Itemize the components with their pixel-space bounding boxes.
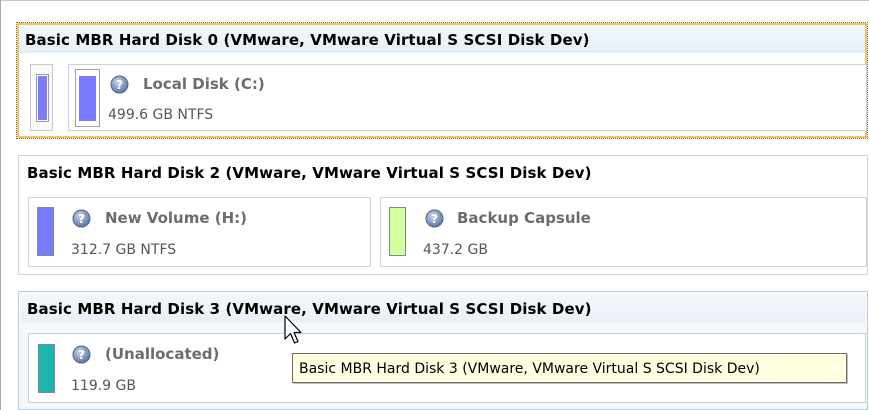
svg-text:?: ? <box>431 212 438 226</box>
disk-0-header: Basic MBR Hard Disk 0 (VMware, VMware Vi… <box>25 31 590 49</box>
disk-0-panel[interactable]: Basic MBR Hard Disk 0 (VMware, VMware Vi… <box>16 22 868 139</box>
svg-text:?: ? <box>78 348 85 362</box>
partition-name: Backup Capsule <box>457 209 591 227</box>
arrow-cursor-icon <box>284 315 302 344</box>
frame-left-border <box>0 0 1 410</box>
disk-0-partition-c-bar <box>75 69 100 127</box>
disk-0-system-partition-bar <box>36 74 49 122</box>
frame-top-border <box>0 0 869 1</box>
partition-info: 119.9 GB <box>71 378 136 394</box>
question-disk-icon: ? <box>110 75 129 94</box>
disk-2-partition-h[interactable]: ? New Volume (H:) 312.7 GB NTFS <box>28 197 371 267</box>
partition-name: (Unallocated) <box>105 345 220 363</box>
disk-0-system-partition[interactable] <box>30 64 53 131</box>
partition-name: Local Disk (C:) <box>143 75 265 93</box>
partition-unallocated-color-bar <box>38 344 55 393</box>
partition-backup-color-bar <box>389 207 406 256</box>
question-disk-icon: ? <box>425 209 444 228</box>
question-disk-icon: ? <box>72 209 91 228</box>
disk-2-panel[interactable]: Basic MBR Hard Disk 2 (VMware, VMware Vi… <box>18 155 868 275</box>
question-disk-icon: ? <box>72 345 91 364</box>
svg-text:?: ? <box>78 212 85 226</box>
disk-2-header: Basic MBR Hard Disk 2 (VMware, VMware Vi… <box>27 164 592 182</box>
disk-header-tooltip: Basic MBR Hard Disk 3 (VMware, VMware Vi… <box>292 353 847 383</box>
partition-h-color-bar <box>37 207 54 256</box>
disk-3-header: Basic MBR Hard Disk 3 (VMware, VMware Vi… <box>27 300 592 318</box>
partition-info: 499.6 GB NTFS <box>108 107 214 123</box>
partition-info: 437.2 GB <box>423 242 488 258</box>
disk-0-partition-c[interactable]: ? Local Disk (C:) 499.6 GB NTFS <box>68 64 867 131</box>
partition-info: 312.7 GB NTFS <box>71 242 177 258</box>
disk-2-partition-backup[interactable]: ? Backup Capsule 437.2 GB <box>380 197 867 267</box>
partition-name: New Volume (H:) <box>105 209 248 227</box>
svg-text:?: ? <box>116 78 123 92</box>
disk-3-panel[interactable]: Basic MBR Hard Disk 3 (VMware, VMware Vi… <box>18 291 868 410</box>
